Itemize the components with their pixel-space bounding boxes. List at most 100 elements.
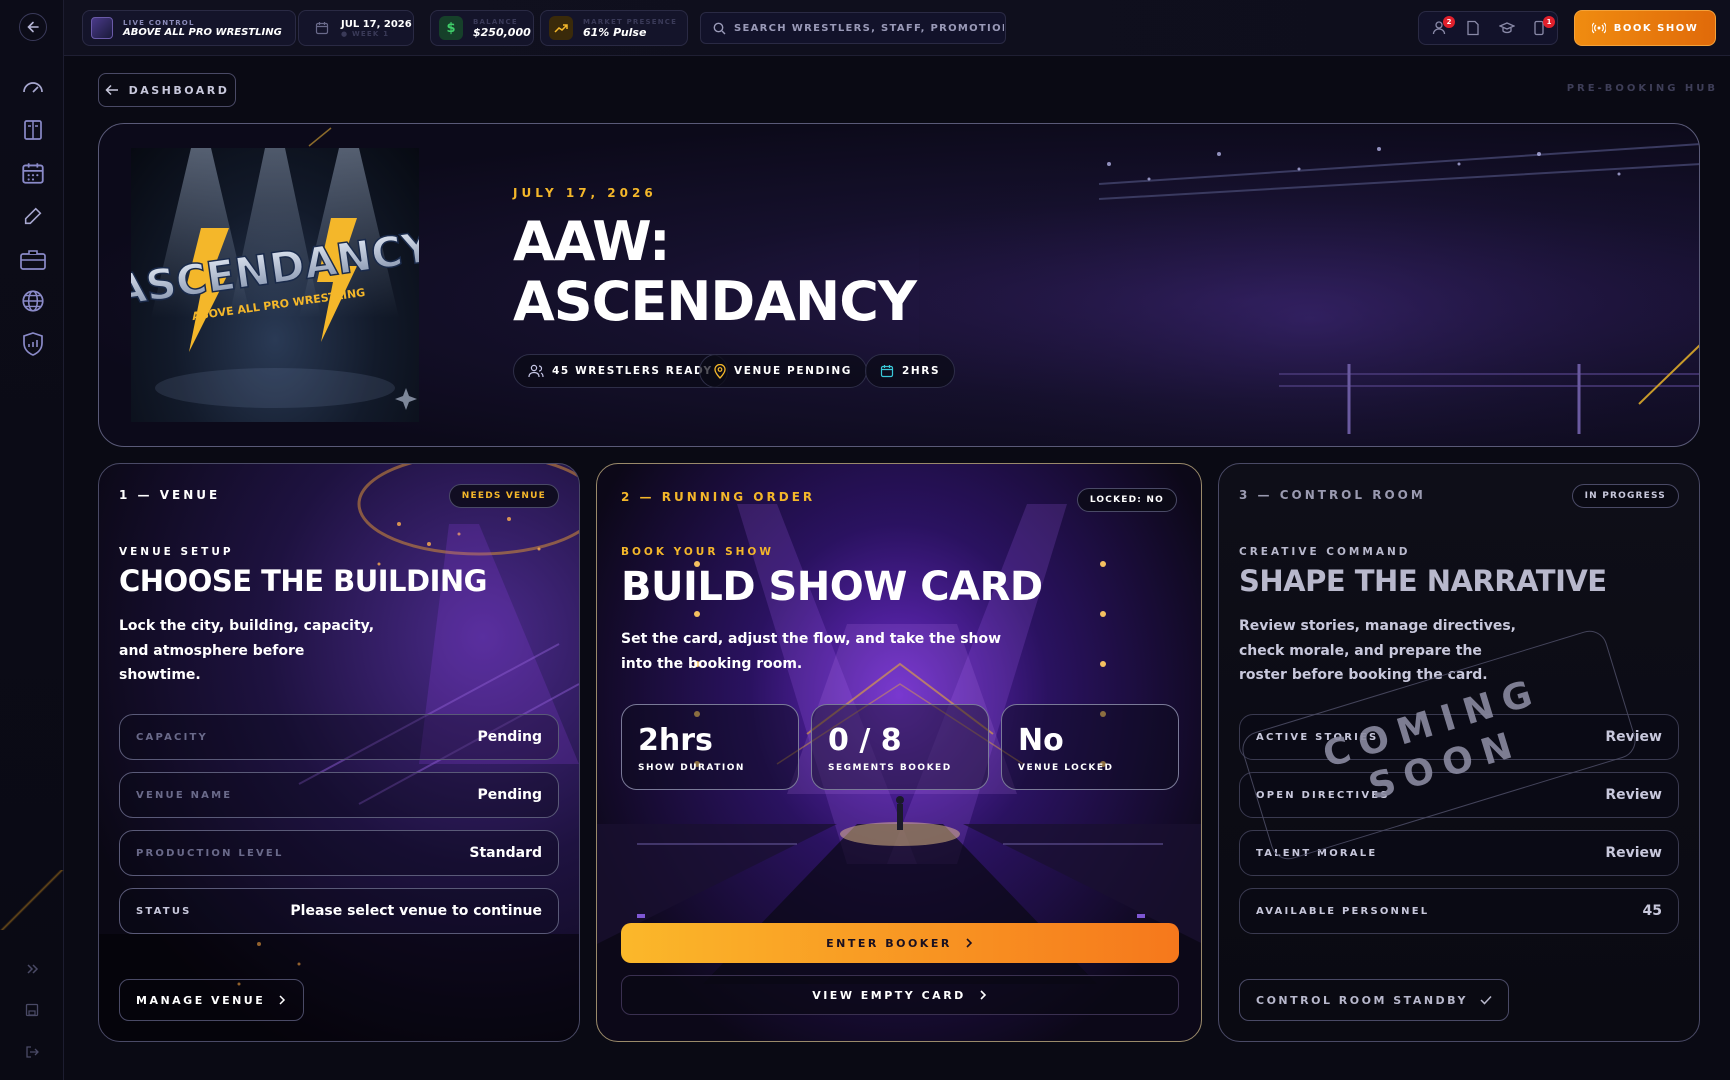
sidebar-item-business[interactable]: [18, 244, 48, 274]
control-room-card: 3 — CONTROL ROOM IN PROGRESS CREATIVE CO…: [1218, 463, 1700, 1042]
control-room-step-label: 3 — CONTROL ROOM: [1239, 488, 1426, 502]
search-bar[interactable]: [700, 12, 1006, 44]
sidebar-item-security[interactable]: [18, 329, 48, 359]
order-title: BUILD SHOW CARD: [621, 564, 1043, 610]
check-icon: [1480, 995, 1492, 1005]
control-room-standby-button[interactable]: CONTROL ROOM STANDBY: [1239, 979, 1509, 1021]
venue-card: 1 — VENUE NEEDS VENUE VENUE SETUP CHOOSE…: [98, 463, 580, 1042]
show-date: JULY 17, 2026: [513, 186, 657, 200]
roster-alerts-button[interactable]: 2: [1431, 16, 1455, 38]
sidebar-item-dashboard[interactable]: [18, 73, 48, 103]
venue-kicker: VENUE SETUP: [119, 546, 234, 558]
market-presence-value: 61% Pulse: [583, 25, 647, 39]
floppy-icon: [25, 1003, 39, 1017]
balance-panel[interactable]: $ BALANCE $250,000: [430, 10, 534, 46]
view-empty-card-label: VIEW EMPTY CARD: [812, 988, 966, 1002]
roster-badge: 2: [1443, 16, 1455, 28]
book-show-button[interactable]: BOOK SHOW: [1574, 10, 1716, 46]
venue-step-label: 1 — VENUE: [119, 488, 221, 502]
available-personnel-label: AVAILABLE PERSONNEL: [1256, 905, 1430, 917]
promotion-name: ABOVE ALL PRO WRESTLING: [123, 26, 282, 38]
sidebar: [0, 0, 64, 1080]
arrow-left-icon: [27, 21, 39, 33]
sidebar-item-roster[interactable]: [18, 115, 48, 145]
show-hero-banner: ASCENDANCY ABOVE ALL PRO WRESTLING JULY …: [98, 123, 1700, 447]
order-kicker: BOOK YOUR SHOW: [621, 546, 774, 558]
calendar-icon: [315, 22, 329, 35]
show-logo-art: ASCENDANCY ABOVE ALL PRO WRESTLING: [131, 148, 419, 422]
open-directives-value: Review: [1605, 787, 1662, 803]
exit-button[interactable]: [20, 1040, 44, 1064]
show-title-line1: AAW:: [513, 210, 671, 273]
sidebar-item-calendar[interactable]: [18, 158, 48, 188]
search-input[interactable]: [734, 22, 1004, 34]
venue-locked-value: No: [1018, 723, 1064, 758]
book-icon: [24, 120, 42, 140]
wrestlers-ready-chip: 45 WRESTLERS READY: [513, 354, 728, 388]
dashboard-back-button[interactable]: DASHBOARD: [98, 73, 236, 107]
phone-badge: 1: [1543, 16, 1555, 28]
sidebar-item-booking[interactable]: [18, 201, 48, 231]
market-presence-panel[interactable]: MARKET PRESENCE 61% Pulse: [540, 10, 688, 46]
search-icon: [713, 22, 726, 34]
venue-status-row: STATUS Please select venue to continue: [119, 888, 559, 934]
sidebar-item-world[interactable]: [18, 286, 48, 316]
production-level-label: PRODUCTION LEVEL: [136, 847, 284, 859]
enter-booker-label: ENTER BOOKER: [826, 936, 952, 950]
broadcast-icon: [1591, 22, 1606, 34]
current-week: ● WEEK 1: [341, 29, 390, 38]
venue-locked-label: VENUE LOCKED: [1018, 763, 1114, 773]
decorative-streak: [0, 870, 64, 930]
view-empty-card-button[interactable]: VIEW EMPTY CARD: [621, 975, 1179, 1015]
control-title: SHAPE THE NARRATIVE: [1239, 564, 1607, 598]
balance-label: BALANCE: [473, 17, 518, 26]
segments-booked-stat: 0 / 8 SEGMENTS BOOKED: [811, 704, 989, 790]
venue-name-label: VENUE NAME: [136, 789, 233, 801]
show-duration-value: 2hrs: [638, 723, 713, 758]
venue-description: Lock the city, building, capacity, and at…: [119, 618, 375, 683]
chevron-right-icon: [980, 990, 986, 1000]
control-kicker: CREATIVE COMMAND: [1239, 546, 1411, 558]
wrestlers-ready-label: 45 WRESTLERS READY: [552, 365, 713, 377]
date-panel[interactable]: JUL 17, 2026 ● WEEK 1: [298, 10, 414, 46]
dollar-icon: $: [439, 16, 463, 40]
top-bar: LIVE CONTROL ABOVE ALL PRO WRESTLING JUL…: [64, 0, 1730, 56]
documents-button[interactable]: [1465, 20, 1483, 38]
enter-booker-button[interactable]: ENTER BOOKER: [621, 923, 1179, 963]
control-room-standby-label: CONTROL ROOM STANDBY: [1256, 993, 1468, 1007]
live-control-panel[interactable]: LIVE CONTROL ABOVE ALL PRO WRESTLING: [82, 10, 296, 46]
double-chevron-right-icon: [27, 964, 39, 974]
collapse-back-button[interactable]: [19, 13, 47, 41]
save-button[interactable]: [20, 998, 44, 1022]
duration-label: 2HRS: [902, 365, 941, 377]
calendar-icon: [880, 365, 894, 378]
expand-button[interactable]: [20, 957, 44, 981]
training-button[interactable]: [1499, 20, 1517, 38]
needs-venue-badge: NEEDS VENUE: [448, 484, 559, 508]
status-label: STATUS: [136, 905, 192, 917]
current-date: JUL 17, 2026: [341, 18, 412, 30]
quick-actions: 2 1: [1418, 11, 1558, 45]
live-control-label: LIVE CONTROL: [123, 18, 195, 27]
dashboard-label: DASHBOARD: [128, 83, 230, 97]
show-title: AAW: ASCENDANCY: [513, 210, 917, 333]
venue-locked-stat: No VENUE LOCKED: [1001, 704, 1179, 790]
balance-value: $250,000: [473, 25, 531, 39]
venue-capacity-row: CAPACITY Pending: [119, 714, 559, 760]
talent-morale-value: Review: [1605, 845, 1662, 861]
chevron-right-icon: [966, 938, 972, 948]
capacity-value: Pending: [477, 729, 542, 745]
arrow-left-icon: [105, 84, 118, 96]
show-title-line2: ASCENDANCY: [513, 270, 917, 333]
show-duration-stat: 2hrs SHOW DURATION: [621, 704, 799, 790]
running-order-step-label: 2 — RUNNING ORDER: [621, 490, 816, 504]
running-order-card: 2 — RUNNING ORDER LOCKED: NO BOOK YOUR S…: [596, 463, 1202, 1042]
segments-booked-label: SEGMENTS BOOKED: [828, 763, 952, 773]
order-description: Set the card, adjust the flow, and take …: [621, 631, 1002, 672]
segments-booked-value: 0 / 8: [828, 723, 902, 758]
manage-venue-button[interactable]: MANAGE VENUE: [119, 979, 305, 1021]
market-presence-label: MARKET PRESENCE: [583, 17, 678, 26]
phone-button[interactable]: 1: [1531, 16, 1555, 38]
promotion-logo: [91, 17, 113, 39]
globe-icon: [22, 290, 44, 312]
